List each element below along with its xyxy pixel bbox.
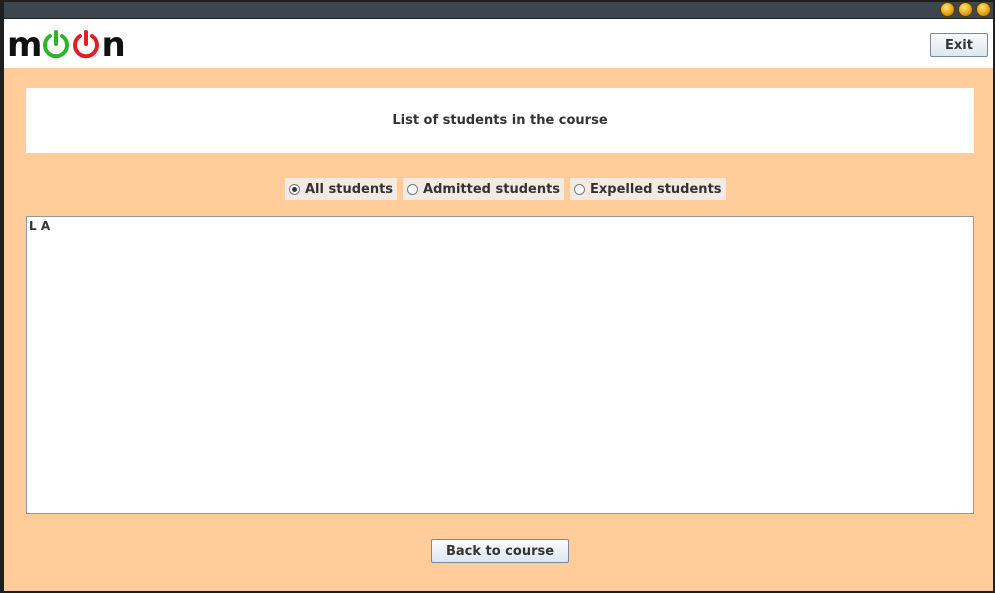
filter-expelled-students-radio[interactable]: Expelled students	[570, 178, 726, 200]
app-header: m n Exit	[4, 19, 993, 68]
filter-label: Expelled students	[590, 181, 722, 197]
radio-selected-icon	[289, 183, 300, 195]
power-icon-red	[73, 30, 100, 59]
radio-unselected-icon	[407, 183, 419, 195]
filter-label: All students	[305, 181, 394, 197]
main-panel: List of students in the course All stude…	[4, 68, 993, 591]
moon-logo: m n	[7, 25, 126, 65]
window-controls	[940, 2, 991, 17]
student-filter-group: All students Admitted students Expelled …	[285, 178, 726, 200]
maximize-icon[interactable]	[958, 2, 973, 17]
back-to-course-button[interactable]: Back to course	[431, 539, 569, 563]
minimize-icon[interactable]	[940, 2, 955, 17]
page-title: List of students in the course	[26, 88, 974, 153]
logo-letter-n: n	[101, 25, 125, 65]
window-titlebar	[4, 2, 993, 19]
filter-admitted-students-radio[interactable]: Admitted students	[403, 178, 565, 200]
list-item[interactable]: L A	[27, 217, 973, 235]
close-icon[interactable]	[976, 2, 991, 17]
power-icon-green	[43, 30, 70, 59]
logo-letter-m: m	[7, 25, 42, 65]
filter-label: Admitted students	[423, 181, 561, 197]
radio-unselected-icon	[574, 183, 586, 195]
student-list[interactable]: L A	[26, 216, 974, 514]
exit-button[interactable]: Exit	[930, 33, 988, 57]
filter-all-students-radio[interactable]: All students	[285, 178, 398, 200]
